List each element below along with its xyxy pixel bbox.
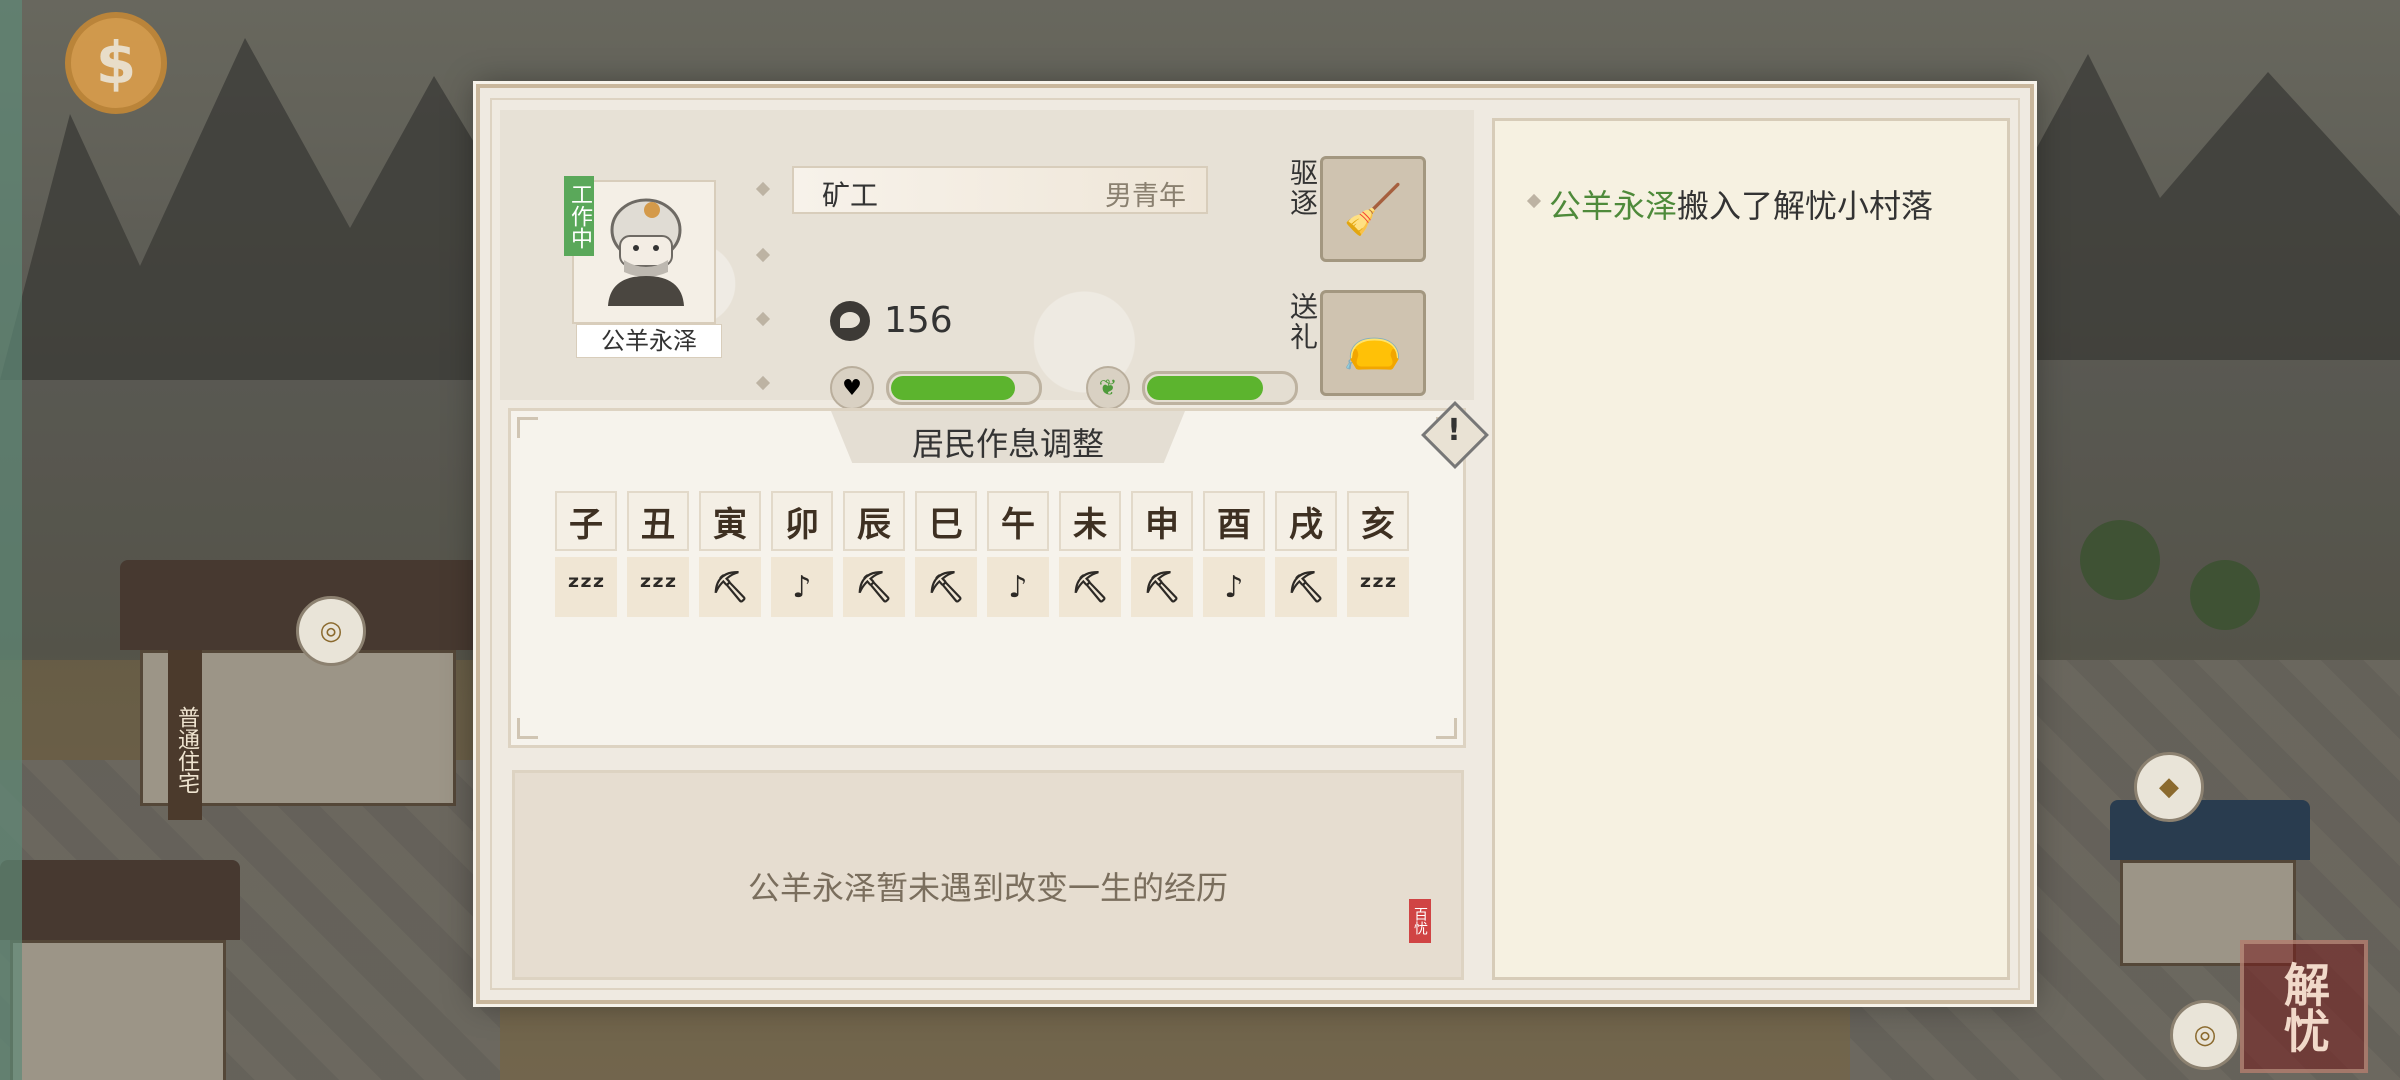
job-label: 矿工 bbox=[822, 179, 879, 212]
hour-column: 亥 ᶻᶻᶻ bbox=[1347, 491, 1409, 617]
leaf-icon: ❦ bbox=[1086, 366, 1130, 410]
work-activity-icon[interactable]: ⛏ bbox=[843, 557, 905, 617]
hour-label: 巳 bbox=[915, 491, 977, 551]
hour-column: 辰 ⛏ bbox=[843, 491, 905, 617]
schedule-title-banner: 居民作息调整 bbox=[831, 411, 1185, 463]
sleep-activity-icon[interactable]: ᶻᶻᶻ bbox=[1347, 557, 1409, 617]
broom-icon: 🧹 bbox=[1343, 181, 1403, 238]
resident-info-panel: 工作中 公羊永泽 矿工 男青年 156 ♥ ❦ 驱逐 🧹 送礼 👝 bbox=[500, 110, 1474, 410]
leisure-activity-icon[interactable]: ♪ bbox=[1203, 557, 1265, 617]
schedule-grid: 子 ᶻᶻᶻ 丑 ᶻᶻᶻ 寅 ⛏ 卯 ♪ 辰 ⛏ 巳 ⛏ 午 ♪ 未 ⛏ 申 ⛏ 酉 ♪ 戌 ⛏ 亥 ᶻᶻᶻ bbox=[555, 491, 1409, 617]
hour-column: 巳 ⛏ bbox=[915, 491, 977, 617]
log-bullet bbox=[1526, 193, 1542, 209]
row-bullet bbox=[755, 247, 771, 263]
hour-column: 寅 ⛏ bbox=[699, 491, 761, 617]
panel-corner bbox=[517, 718, 538, 739]
hour-column: 申 ⛏ bbox=[1131, 491, 1193, 617]
log-entry: 公羊永泽搬入了解忧小村落 bbox=[1549, 181, 1933, 227]
hour-column: 卯 ♪ bbox=[771, 491, 833, 617]
heart-icon: ♥ bbox=[830, 366, 874, 410]
row-bullet bbox=[755, 375, 771, 391]
gift-label: 送礼 bbox=[1286, 292, 1319, 352]
coin-bubble-icon[interactable]: ◎ bbox=[2170, 1000, 2240, 1070]
work-activity-icon[interactable]: ⛏ bbox=[1131, 557, 1193, 617]
log-entry-text: 搬入了解忧小村落 bbox=[1677, 187, 1934, 225]
resident-name: 公羊永泽 bbox=[576, 324, 722, 358]
work-activity-icon[interactable]: ⛏ bbox=[699, 557, 761, 617]
row-bullet bbox=[755, 311, 771, 327]
exclamation-icon[interactable]: ! bbox=[1439, 413, 1469, 453]
game-logo: 解忧 bbox=[2240, 940, 2368, 1073]
sleep-activity-icon[interactable]: ᶻᶻᶻ bbox=[627, 557, 689, 617]
job-bar: 矿工 男青年 bbox=[792, 166, 1208, 214]
building-sign: 普通住宅 bbox=[168, 650, 202, 820]
hour-column: 酉 ♪ bbox=[1203, 491, 1265, 617]
panel-corner bbox=[517, 417, 538, 438]
life-experience-panel: 公羊永泽暂未遇到改变一生的经历 百忧 bbox=[512, 770, 1464, 980]
schedule-title: 居民作息调整 bbox=[911, 425, 1104, 463]
hour-label: 卯 bbox=[771, 491, 833, 551]
hour-column: 未 ⛏ bbox=[1059, 491, 1121, 617]
hour-label: 辰 bbox=[843, 491, 905, 551]
left-edge-strip bbox=[0, 0, 22, 1080]
sleep-activity-icon[interactable]: ᶻᶻᶻ bbox=[555, 557, 617, 617]
expel-button[interactable]: 🧹 bbox=[1320, 156, 1426, 262]
leisure-activity-icon[interactable]: ♪ bbox=[987, 557, 1049, 617]
heart-value-icon bbox=[830, 300, 870, 341]
mood-bar bbox=[1142, 371, 1298, 405]
resident-detail-dialog: 工作中 公羊永泽 矿工 男青年 156 ♥ ❦ 驱逐 🧹 送礼 👝 居民作息调整… bbox=[476, 84, 2034, 1004]
panel-corner bbox=[1436, 718, 1457, 739]
gift-bag-icon: 👝 bbox=[1343, 315, 1403, 372]
hour-label: 寅 bbox=[699, 491, 761, 551]
hour-label: 亥 bbox=[1347, 491, 1409, 551]
work-activity-icon[interactable]: ⛏ bbox=[1059, 557, 1121, 617]
hour-column: 丑 ᶻᶻᶻ bbox=[627, 491, 689, 617]
currency-icon[interactable]: $ bbox=[65, 12, 167, 114]
health-bar bbox=[886, 371, 1042, 405]
experience-text: 公羊永泽暂未遇到改变一生的经历 bbox=[747, 869, 1228, 907]
hour-column: 戌 ⛏ bbox=[1275, 491, 1337, 617]
hour-label: 申 bbox=[1131, 491, 1193, 551]
hour-label: 午 bbox=[987, 491, 1049, 551]
gift-button[interactable]: 👝 bbox=[1320, 290, 1426, 396]
status-bars-row: ♥ ❦ bbox=[830, 366, 1298, 410]
work-activity-icon[interactable]: ⛏ bbox=[915, 557, 977, 617]
work-activity-icon[interactable]: ⛏ bbox=[1275, 557, 1337, 617]
leisure-activity-icon[interactable]: ♪ bbox=[771, 557, 833, 617]
hour-label: 丑 bbox=[627, 491, 689, 551]
health-bar-fill bbox=[891, 376, 1015, 400]
value-row: 156 bbox=[830, 300, 953, 341]
hour-label: 酉 bbox=[1203, 491, 1265, 551]
resident-value: 156 bbox=[884, 300, 953, 341]
status-badge: 工作中 bbox=[564, 176, 594, 256]
row-bullet bbox=[755, 181, 771, 197]
hour-label: 戌 bbox=[1275, 491, 1337, 551]
schedule-panel: 居民作息调整 ! 子 ᶻᶻᶻ 丑 ᶻᶻᶻ 寅 ⛏ 卯 ♪ 辰 ⛏ 巳 ⛏ 午 ♪ 未 ⛏ 申 ⛏ 酉 ♪ 戌 ⛏ 亥 ᶻᶻᶻ bbox=[508, 401, 1489, 748]
hour-column: 子 ᶻᶻᶻ bbox=[555, 491, 617, 617]
event-log-panel[interactable]: 公羊永泽搬入了解忧小村落 bbox=[1492, 118, 2010, 980]
gender-age-label: 男青年 bbox=[1105, 181, 1186, 212]
red-seal-stamp: 百忧 bbox=[1409, 899, 1431, 943]
hour-column: 午 ♪ bbox=[987, 491, 1049, 617]
map-marker-icon[interactable]: ◆ bbox=[2134, 752, 2204, 822]
expel-label: 驱逐 bbox=[1286, 158, 1319, 218]
log-entry-name: 公羊永泽 bbox=[1549, 187, 1678, 225]
hour-label: 未 bbox=[1059, 491, 1121, 551]
coin-bubble-icon[interactable]: ◎ bbox=[296, 596, 366, 666]
hour-label: 子 bbox=[555, 491, 617, 551]
miner-avatar-icon bbox=[608, 198, 684, 306]
mood-bar-fill bbox=[1147, 376, 1263, 400]
